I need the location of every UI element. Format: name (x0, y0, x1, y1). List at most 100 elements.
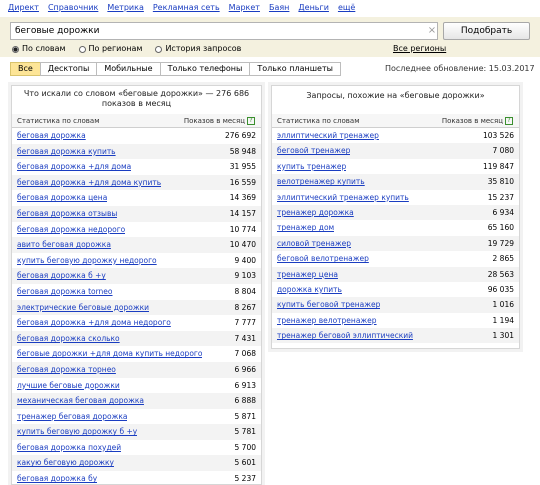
search-mode-radios: По словам По регионам История запросов (12, 43, 241, 55)
column-shows: Показов в месяц? (442, 114, 513, 127)
search-mode-radio[interactable]: По регионам (78, 43, 142, 55)
topnav-link[interactable]: Баян (269, 2, 289, 14)
top-navigation: Директ Справочник Метрика Рекламная сеть Мар… (8, 2, 355, 14)
shows-count: 5 781 (234, 427, 256, 437)
device-tab[interactable]: Десктопы (39, 62, 98, 76)
shows-count: 96 035 (487, 284, 514, 294)
query-link[interactable]: беговая дорожка цена (17, 190, 107, 206)
table-row: эллиптический тренажер купить 15 237 (272, 190, 519, 205)
table-row: купить беговую дорожку недорого 9 400 (12, 253, 261, 269)
topnav-link[interactable]: Деньги (298, 2, 329, 14)
query-link[interactable]: авито беговая дорожка (17, 237, 111, 253)
query-link[interactable]: беговая дорожка отзывы (17, 206, 117, 222)
table-row: купить беговой тренажер 1 016 (272, 297, 519, 313)
device-tab[interactable]: Мобильные (96, 62, 161, 76)
query-link[interactable]: тренажер беговая дорожка (17, 409, 127, 425)
query-link[interactable]: купить беговой тренажер (277, 297, 380, 312)
query-link[interactable]: беговая дорожка бу (17, 471, 97, 484)
topnav-link[interactable]: Рекламная сеть (153, 2, 220, 14)
table-row: беговая дорожка цена 14 369 (12, 190, 261, 206)
table-row: механическая беговая дорожка 6 888 (12, 393, 261, 409)
query-link[interactable]: велотренажер купить (277, 174, 365, 189)
query-link[interactable]: электрические беговые дорожки (17, 300, 149, 316)
query-link[interactable]: беговые дорожки +для дома купить недорог… (17, 346, 202, 362)
query-link[interactable]: беговая дорожка (17, 128, 86, 144)
query-link[interactable]: тренажер велотренажер (277, 313, 377, 328)
topnav-link[interactable]: Метрика (107, 2, 144, 14)
table-row: лучшие беговые дорожки 6 913 (12, 378, 261, 394)
device-tab[interactable]: Все (10, 62, 41, 76)
pick-button[interactable]: Подобрать (443, 22, 530, 40)
topnav-link[interactable]: Справочник (48, 2, 98, 14)
table-row: беговая дорожка торнео 6 966 (12, 361, 261, 378)
shows-count: 1 194 (492, 315, 514, 325)
table-row: тренажер дом 65 160 (272, 220, 519, 235)
query-link[interactable]: купить тренажер (277, 159, 346, 174)
query-link[interactable]: беговой велотренажер (277, 251, 369, 266)
help-icon[interactable]: ? (505, 117, 513, 125)
query-link[interactable]: беговая дорожка похудей (17, 440, 121, 456)
table-row: беговая дорожка недорого 10 774 (12, 222, 261, 238)
table-row: беговая дорожка +для дома 31 955 (12, 159, 261, 175)
search-mode-radio[interactable]: По словам (12, 43, 66, 55)
query-link[interactable]: механическая беговая дорожка (17, 393, 144, 409)
table-row: тренажер цена 28 563 (272, 266, 519, 282)
shows-count: 9 400 (234, 255, 256, 265)
shows-count: 28 563 (487, 269, 514, 279)
query-link[interactable]: тренажер беговой эллиптический (277, 328, 413, 343)
table-row: беговая дорожка 276 692 (12, 128, 261, 144)
search-input[interactable]: беговые дорожки (10, 22, 438, 40)
device-tab[interactable]: Только планшеты (249, 62, 341, 76)
table-row: беговая дорожка купить 58 948 (12, 143, 261, 160)
search-mode-radio[interactable]: История запросов (155, 43, 241, 55)
query-link[interactable]: беговая дорожка +для дома недорого (17, 315, 171, 331)
device-tab[interactable]: Только телефоны (159, 62, 251, 76)
words-table: беговая дорожка 276 692 беговая дорожка ку… (12, 128, 261, 484)
table-header: Статистика по словам Показов в месяц? (12, 114, 261, 128)
column-words: Статистика по словам (17, 117, 100, 125)
query-link[interactable]: беговая дорожка сколько (17, 331, 120, 347)
table-row: авито беговая дорожка 10 470 (12, 237, 261, 253)
topnav-link[interactable]: ещё (338, 2, 355, 14)
shows-count: 1 301 (492, 331, 514, 341)
query-link[interactable]: дорожка купить (277, 282, 342, 297)
table-row: тренажер дорожка 6 934 (272, 204, 519, 221)
shows-count: 6 934 (492, 207, 514, 217)
query-link[interactable]: тренажер дом (277, 220, 334, 235)
shows-count: 9 103 (234, 271, 256, 281)
query-link[interactable]: беговая дорожка torneo (17, 284, 113, 300)
shows-count: 15 237 (487, 192, 514, 202)
query-link[interactable]: беговая дорожка б +у (17, 268, 106, 284)
query-link[interactable]: беговая дорожка +для дома купить (17, 175, 161, 191)
query-link[interactable]: какую беговую дорожку (17, 455, 114, 471)
query-link[interactable]: силовой тренажер (277, 236, 351, 251)
query-link[interactable]: беговой тренажер (277, 143, 350, 158)
query-link[interactable]: тренажер цена (277, 267, 338, 282)
table-row: какую беговую дорожку 5 601 (12, 455, 261, 472)
topnav-link[interactable]: Директ (8, 2, 39, 14)
query-link[interactable]: эллиптический тренажер (277, 128, 379, 143)
shows-count: 7 080 (492, 146, 514, 156)
query-link[interactable]: эллиптический тренажер купить (277, 190, 409, 205)
query-link[interactable]: беговая дорожка недорого (17, 222, 125, 238)
shows-count: 2 865 (492, 254, 514, 264)
query-link[interactable]: беговая дорожка +для дома (17, 159, 131, 175)
query-link[interactable]: лучшие беговые дорожки (17, 378, 120, 394)
query-link[interactable]: беговая дорожка купить (17, 144, 116, 160)
all-regions-link[interactable]: Все регионы (393, 43, 446, 55)
table-row: беговая дорожка сколько 7 431 (12, 330, 261, 347)
shows-count: 1 016 (492, 300, 514, 310)
table-row: беговая дорожка +для дома купить 16 559 (12, 174, 261, 191)
radio-label: По словам (22, 44, 66, 53)
query-link[interactable]: тренажер дорожка (277, 205, 354, 220)
table-row: беговая дорожка бу 5 237 (12, 471, 261, 484)
query-link[interactable]: купить беговую дорожку недорого (17, 253, 157, 269)
clear-search-icon[interactable]: × (427, 22, 437, 40)
shows-count: 119 847 (482, 161, 514, 171)
shows-count: 6 913 (234, 380, 256, 390)
topnav-link[interactable]: Маркет (229, 2, 260, 14)
query-link[interactable]: беговая дорожка торнео (17, 362, 116, 378)
query-link[interactable]: купить беговую дорожку б +у (17, 424, 137, 440)
help-icon[interactable]: ? (247, 117, 255, 125)
panel-title: Запросы, похожие на «беговые дорожки» (306, 91, 485, 100)
